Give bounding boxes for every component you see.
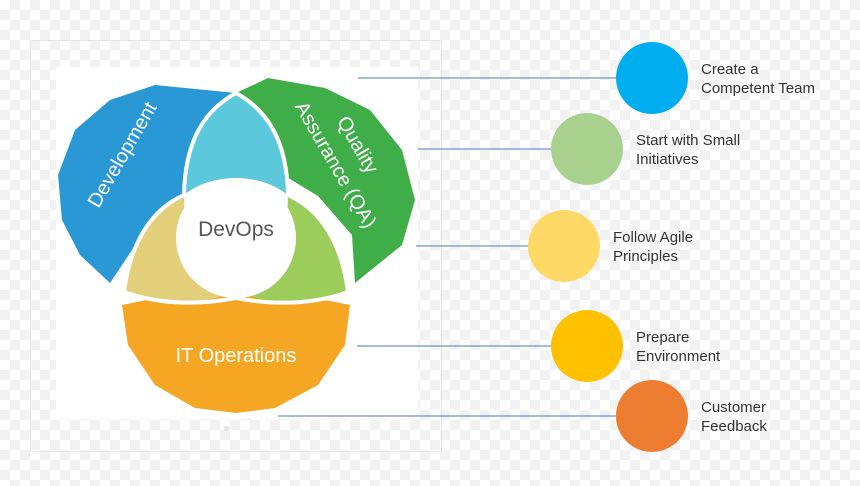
step-label-5: Customer Feedback	[701, 398, 767, 436]
step-label-line: Principles	[613, 248, 679, 265]
marker-dot	[224, 426, 229, 431]
step-circle-2	[551, 113, 623, 185]
it-operations-label: IT Operations	[176, 345, 297, 367]
step-label-4: Prepare Environment	[636, 328, 720, 366]
step-circle-1	[616, 42, 688, 114]
step-circle-5	[616, 380, 688, 452]
step-label-line: Feedback	[701, 418, 767, 435]
step-label-line: Prepare	[636, 329, 690, 346]
step-label-line: Follow Agile	[613, 229, 694, 246]
step-label-3: Follow Agile Principles	[613, 228, 693, 266]
step-label-line: Start with Small	[636, 132, 741, 149]
step-label-2: Start with Small Initiatives	[636, 131, 740, 169]
step-circle-3	[528, 210, 600, 282]
step-label-line: Initiatives	[636, 151, 699, 168]
step-label-line: Create a	[701, 61, 759, 78]
center-label: DevOps	[198, 218, 274, 241]
step-label-line: Environment	[636, 348, 721, 365]
step-circle-4	[551, 310, 623, 382]
step-label-1: Create a Competent Team	[701, 60, 815, 98]
step-label-line: Customer	[701, 399, 767, 416]
step-label-line: Competent Team	[701, 80, 815, 97]
